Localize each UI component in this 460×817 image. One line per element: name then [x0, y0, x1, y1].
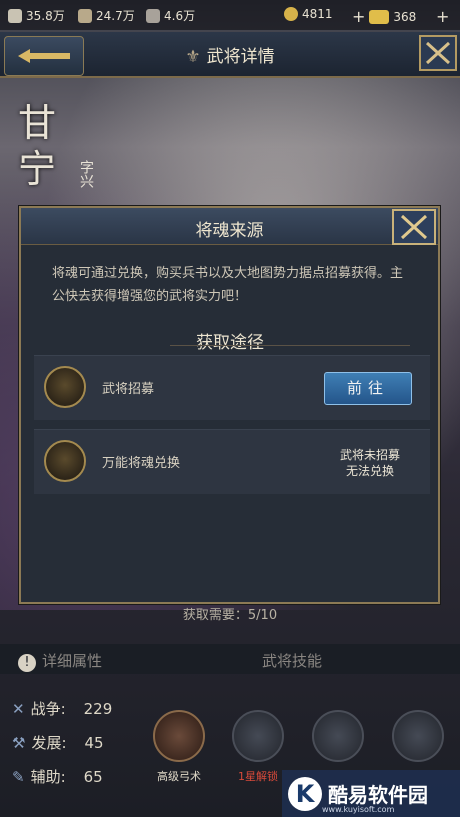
watermark-text: 酷易软件园 — [328, 783, 428, 807]
exchange-status: 武将未招募 无法兑换 — [339, 448, 400, 478]
gold-resource[interactable]: + 368 — [352, 7, 416, 26]
add-gold-icon[interactable]: + — [352, 7, 365, 26]
develop-icon: ⚒ — [12, 733, 26, 752]
skill-label: 高级弓术 — [157, 770, 201, 783]
fight-power-resource: 35.8万 — [8, 7, 65, 24]
food-resource: 4.6万 — [146, 7, 195, 24]
grain-icon — [146, 8, 160, 23]
goto-button[interactable]: 前往 — [324, 372, 412, 405]
hero-name: 甘宁 — [18, 101, 57, 191]
skill-locked[interactable] — [392, 710, 444, 762]
stat-develop: ⚒ 发展: 45 — [12, 733, 104, 753]
copper-value: 4811 — [302, 7, 333, 21]
swords-icon: ✕ — [12, 699, 25, 718]
divider — [170, 345, 410, 346]
dialog-title: 将魂来源 — [195, 221, 264, 241]
helmet-icon: ⚜ — [185, 47, 201, 67]
hero-courtesy-name: 字兴 — [78, 160, 94, 188]
site-logo-icon: K — [288, 776, 322, 811]
stat-assist: ✎ 辅助: 65 — [12, 767, 103, 787]
gold-value: 368 — [393, 9, 417, 24]
spear-icon — [78, 8, 92, 23]
assist-icon: ✎ — [12, 767, 25, 786]
tab-skills[interactable]: 武将技能 — [262, 650, 322, 671]
troops-value: 24.7万 — [96, 9, 135, 23]
route-label: 武将招募 — [102, 382, 155, 397]
troops-resource: 24.7万 — [78, 7, 135, 24]
gold-ingot-icon — [369, 9, 390, 24]
page-title: ⚜ 武将详情 — [185, 47, 275, 67]
dialog-close-button[interactable] — [392, 209, 436, 245]
skill-locked[interactable] — [232, 710, 284, 762]
stat-war: ✕ 战争: 229 — [12, 699, 113, 719]
add-icon[interactable]: + — [436, 7, 449, 26]
skill-archery[interactable] — [153, 710, 205, 762]
watermark-url: www.kuyisoft.com — [322, 805, 395, 814]
skill-locked[interactable] — [312, 710, 364, 762]
coin-icon — [284, 7, 298, 21]
info-icon: ! — [18, 654, 36, 672]
close-button[interactable] — [419, 35, 457, 71]
detail-tabs: ! 详细属性 武将技能 — [0, 644, 460, 674]
dialog-description: 将魂可通过兑换，购买兵书以及大地图势力据点招募获得。主公快去获得增强您的武将实力… — [52, 266, 404, 304]
soul-requirement: 获取需要：5/10 — [182, 608, 278, 623]
resource-bar: 35.8万 24.7万 4.6万 4811 + 368 + — [0, 0, 460, 30]
recruit-scroll-icon — [44, 366, 86, 408]
dialog-header: 将魂来源 — [21, 208, 438, 245]
fight-power-value: 35.8万 — [26, 9, 65, 23]
crossed-swords-icon — [400, 214, 428, 240]
sword-icon — [8, 8, 22, 23]
food-value: 4.6万 — [164, 9, 196, 23]
crossed-swords-icon — [425, 41, 451, 65]
section-title: 获取途径 — [196, 333, 264, 353]
copper-resource: 4811 — [284, 7, 333, 21]
route-label: 万能将魂兑换 — [102, 456, 181, 471]
tab-attributes[interactable]: ! 详细属性 — [18, 650, 102, 672]
soul-exchange-icon — [44, 440, 86, 482]
